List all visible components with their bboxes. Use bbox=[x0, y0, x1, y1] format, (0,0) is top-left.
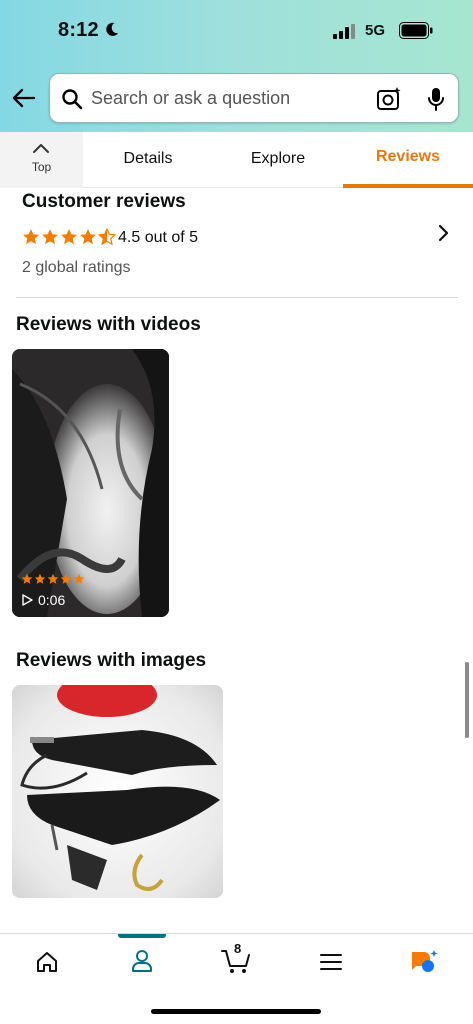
active-tab-indicator bbox=[343, 184, 473, 188]
network-label: 5G bbox=[365, 22, 386, 39]
cart-icon[interactable] bbox=[220, 947, 252, 975]
account-icon[interactable] bbox=[131, 949, 153, 973]
camera-icon[interactable] bbox=[376, 86, 402, 112]
chevron-up-icon bbox=[33, 144, 49, 153]
rufus-assistant-icon[interactable] bbox=[408, 948, 440, 976]
tab-top-label: Top bbox=[31, 160, 52, 174]
status-time: 8:12 bbox=[58, 19, 99, 41]
scrollbar[interactable] bbox=[465, 662, 469, 738]
star-rating bbox=[22, 228, 116, 246]
search-placeholder: Search or ask a question bbox=[91, 88, 291, 108]
review-video-thumbnail[interactable]: 0:06 bbox=[12, 349, 169, 617]
product-tabs: Top Details Explore Reviews bbox=[0, 132, 473, 188]
moon-icon bbox=[106, 22, 119, 36]
tab-top[interactable]: Top bbox=[0, 132, 83, 188]
video-duration: 0:06 bbox=[38, 592, 66, 608]
battery-icon bbox=[399, 22, 433, 39]
global-ratings-count: 2 global ratings bbox=[22, 259, 131, 276]
star-icon bbox=[23, 229, 39, 245]
star-icon bbox=[61, 229, 77, 245]
review-image bbox=[12, 685, 223, 898]
tab-details[interactable]: Details bbox=[83, 150, 213, 168]
back-arrow-icon[interactable] bbox=[11, 85, 37, 111]
customer-reviews-heading: Customer reviews bbox=[22, 191, 186, 212]
video-duration-row: 0:06 bbox=[22, 592, 65, 608]
play-icon bbox=[22, 594, 33, 606]
tab-reviews[interactable]: Reviews bbox=[343, 148, 473, 166]
nav-active-indicator bbox=[118, 934, 166, 938]
star-icon bbox=[42, 229, 58, 245]
microphone-icon[interactable] bbox=[426, 86, 446, 112]
search-input[interactable]: Search or ask a question bbox=[49, 73, 459, 123]
half-star-icon bbox=[98, 228, 116, 246]
search-icon bbox=[62, 89, 83, 110]
chevron-right-icon[interactable] bbox=[437, 224, 451, 242]
review-image-thumbnail[interactable] bbox=[12, 685, 223, 898]
signal-icon bbox=[333, 24, 355, 39]
divider bbox=[16, 297, 458, 298]
home-icon[interactable] bbox=[35, 951, 59, 973]
rating-text: 4.5 out of 5 bbox=[118, 229, 199, 246]
video-rating-stars bbox=[21, 573, 85, 585]
reviews-with-videos-heading: Reviews with videos bbox=[16, 314, 201, 335]
reviews-with-images-heading: Reviews with images bbox=[16, 650, 207, 671]
tab-explore[interactable]: Explore bbox=[213, 150, 343, 168]
star-icon bbox=[80, 229, 96, 245]
menu-icon[interactable] bbox=[319, 952, 343, 972]
home-indicator bbox=[151, 1009, 321, 1014]
